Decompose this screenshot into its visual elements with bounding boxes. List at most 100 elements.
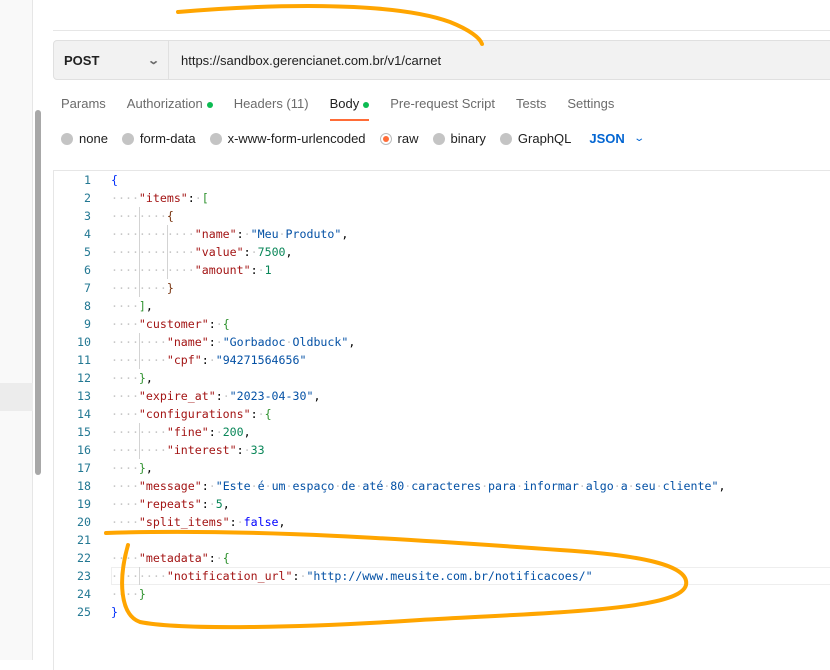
code-token: "name": [194, 227, 237, 241]
code-token: ]: [138, 299, 146, 313]
code-line: 1{: [54, 171, 830, 189]
code-token: :·: [215, 389, 230, 403]
code-token: "fine": [166, 425, 209, 439]
radio-label: none: [79, 131, 108, 146]
code-line: 6 ············"amount":·1: [54, 261, 830, 279]
method-select[interactable]: POST ⌄: [54, 41, 169, 79]
code-token: {: [111, 173, 118, 187]
chevron-down-icon[interactable]: ⌄: [633, 133, 645, 144]
code-text: ········}: [111, 279, 174, 297]
tab-params[interactable]: Params: [61, 96, 106, 121]
code-line: 11 ········"cpf":·"94271564656": [54, 351, 830, 369]
code-line: 5 ············"value":·7500,: [54, 243, 830, 261]
code-editor[interactable]: 1{2····"items":·[3········{4············…: [53, 170, 830, 670]
code-token: "amount": [194, 263, 251, 277]
line-number: 12: [77, 371, 91, 385]
tab-label: Tests: [516, 96, 547, 111]
tab-label: Authorization: [126, 96, 203, 111]
tab-label: Pre-request Script: [390, 96, 495, 111]
radio-label: form-data: [139, 131, 196, 146]
radio-circle-icon: [209, 132, 222, 145]
tab-headers[interactable]: Headers (11): [234, 96, 309, 121]
code-token: ,: [145, 371, 153, 385]
code-text: ········"notification_url":·"http://www.…: [111, 567, 593, 585]
code-token: "customer": [138, 317, 209, 331]
request-tabs: Params Authorization Headers (11) Body Pre-r…: [61, 96, 635, 121]
format-select[interactable]: JSON: [589, 131, 624, 146]
code-token: "configurations": [138, 407, 251, 421]
line-number: 2: [84, 191, 91, 205]
code-token: :·: [208, 335, 223, 349]
radio-x-www-form-urlencoded[interactable]: x-www-form-urlencoded: [209, 131, 366, 146]
code-token: }: [138, 461, 146, 475]
indent-guide: [139, 441, 140, 459]
line-number: 23: [77, 569, 91, 583]
code-line: 19 ····"repeats":·5,: [54, 495, 830, 513]
code-token: ,: [341, 227, 349, 241]
radio-circle-icon: [61, 132, 73, 145]
line-number: 4: [84, 227, 91, 241]
radio-form-data[interactable]: form-data: [121, 131, 196, 146]
radio-none[interactable]: none: [61, 131, 108, 146]
code-token: 1: [264, 263, 272, 277]
tab-body[interactable]: Body: [329, 96, 370, 121]
code-text: ········"name":·"Gorbadoc·Oldbuck",: [111, 333, 355, 351]
code-token: :·: [236, 443, 251, 457]
tab-label: Headers (11): [233, 96, 309, 111]
line-number: 24: [77, 587, 91, 601]
line-number: 7: [84, 281, 91, 295]
left-sidebar: [0, 0, 33, 660]
tab-authorization[interactable]: Authorization: [127, 96, 213, 121]
radio-binary[interactable]: binary: [432, 131, 486, 146]
code-token: }: [166, 281, 174, 295]
url-input[interactable]: https://sandbox.gerencianet.com.br/v1/ca…: [169, 53, 441, 68]
code-token: "Este·é·um·espaço·de·até·80·caracteres·p…: [215, 479, 719, 493]
line-number: 5: [84, 245, 91, 259]
code-token: "metadata": [138, 551, 209, 565]
code-line: 22 ····"metadata":·{: [54, 549, 830, 567]
code-token: ,: [145, 299, 153, 313]
code-text: ········"interest":·33: [111, 441, 265, 459]
code-line: 7 ········}: [54, 279, 830, 297]
line-number: 16: [77, 443, 91, 457]
code-token: :·: [201, 479, 216, 493]
tab-pre-request-script[interactable]: Pre-request Script: [390, 96, 495, 121]
chevron-down-icon: ⌄: [146, 54, 160, 67]
code-token: "message": [138, 479, 202, 493]
code-token: {: [222, 317, 230, 331]
code-text: ····"split_items":·false,: [111, 515, 286, 529]
code-line: 4 ············"name":·"Meu·Produto",: [54, 225, 830, 243]
line-number: 13: [77, 389, 91, 403]
line-number: 21: [77, 533, 91, 547]
code-token: "cpf": [166, 353, 202, 367]
code-token: "split_items": [138, 515, 230, 529]
request-bar: POST ⌄ https://sandbox.gerencianet.com.br…: [53, 40, 830, 80]
code-line: 3 ········{: [54, 207, 830, 225]
code-token: :·: [201, 353, 216, 367]
sidebar-scrollbar[interactable]: [35, 110, 41, 475]
code-token: :·: [236, 227, 251, 241]
tab-settings[interactable]: Settings: [567, 96, 614, 121]
code-text: ····},: [111, 371, 153, 385]
indent-guide: [139, 243, 140, 261]
code-token: "interest": [166, 443, 237, 457]
code-line: 23 ········"notification_url":·"http://ww…: [54, 567, 830, 585]
code-token: :·: [187, 191, 202, 205]
code-token: 33: [250, 443, 265, 457]
tab-label: Settings: [567, 96, 615, 111]
body-mode-options: none form-data x-www-form-urlencoded raw bin…: [61, 131, 645, 146]
code-token: :·: [208, 425, 223, 439]
code-line: 21: [54, 531, 830, 549]
code-token: :·: [250, 263, 265, 277]
tab-tests[interactable]: Tests: [516, 96, 546, 121]
indent-guide: [139, 207, 140, 225]
code-token: "2023-04-30": [229, 389, 314, 403]
radio-raw[interactable]: raw: [379, 131, 419, 146]
code-token: "repeats": [138, 497, 202, 511]
code-text: ············"name":·"Meu·Produto",: [111, 227, 349, 241]
sidebar-selected-item[interactable]: [0, 383, 33, 411]
code-token: ,: [718, 479, 726, 493]
status-dot-icon: [206, 101, 213, 108]
radio-GraphQL[interactable]: GraphQL: [499, 131, 571, 146]
line-number: 6: [84, 263, 91, 277]
